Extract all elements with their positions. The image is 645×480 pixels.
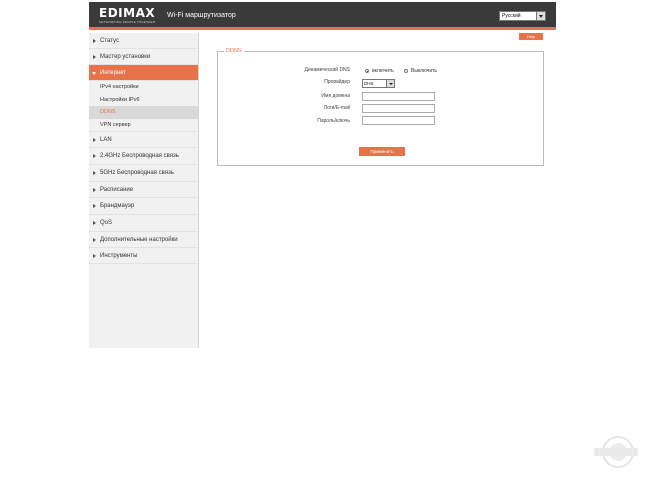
language-value: Русский — [502, 13, 521, 19]
sidebar-item-status[interactable]: Статус — [89, 33, 198, 49]
sidebar-item-firewall[interactable]: Брандмауэр — [89, 198, 198, 215]
triangle-down-icon — [92, 72, 96, 75]
watermark-logo-icon — [594, 436, 638, 468]
triangle-right-icon — [93, 221, 96, 225]
sidebar-item-label: VPN сервер — [100, 121, 131, 128]
edimax-logo: EDIMAX NETWORKING PEOPLE TOGETHER — [99, 7, 161, 25]
sidebar-item-label: DDNS — [100, 109, 116, 115]
sidebar: Статус Мастер установки Интернет IPv4 на… — [89, 33, 199, 348]
sidebar-subitem-ipv6[interactable]: Настройки IPv6 — [89, 94, 198, 107]
login-email-input[interactable] — [362, 104, 435, 113]
sidebar-item-label: Мастер установки — [100, 54, 151, 60]
sidebar-item-label: Статус — [100, 38, 119, 44]
sidebar-item-label: Интернет — [100, 70, 127, 76]
triangle-right-icon — [93, 55, 96, 59]
triangle-right-icon — [93, 39, 96, 43]
sidebar-item-label: 5GHz Беспроводная связь — [100, 170, 174, 176]
sidebar-subitem-ipv4[interactable]: IPv4 настройки — [89, 81, 198, 94]
sidebar-item-wireless-5ghz[interactable]: 5GHz Беспроводная связь — [89, 165, 198, 182]
sidebar-item-qos[interactable]: QoS — [89, 215, 198, 232]
ddns-legend: DDNS — [224, 48, 244, 55]
triangle-right-icon — [93, 138, 96, 142]
sidebar-item-label: IPv4 настройки — [100, 84, 139, 90]
triangle-right-icon — [93, 188, 96, 192]
dynamic-dns-label: Динамический DNS — [304, 67, 350, 73]
login-email-label: Логи/E-mail — [323, 105, 350, 111]
triangle-right-icon — [93, 171, 96, 175]
sidebar-item-label: 2.4GHz Беспроводная связь — [100, 153, 179, 159]
header-bar: EDIMAX NETWORKING PEOPLE TOGETHER Wi-Fi … — [89, 2, 556, 30]
sidebar-item-label: Брандмауэр — [100, 203, 135, 209]
sidebar-item-setup-wizard[interactable]: Мастер установки — [89, 49, 198, 65]
sidebar-item-wireless-24ghz[interactable]: 2.4GHz Беспроводная связь — [89, 148, 198, 165]
disable-radio-label[interactable]: Выключить — [411, 68, 437, 75]
password-key-label: Пароль/ключь — [317, 118, 350, 124]
sidebar-item-schedule[interactable]: Расписание — [89, 182, 198, 198]
triangle-right-icon — [93, 254, 96, 258]
enable-radio[interactable] — [365, 69, 369, 73]
triangle-right-icon — [93, 154, 96, 158]
sidebar-item-lan[interactable]: LAN — [89, 132, 198, 148]
help-button[interactable]: Help — [519, 33, 543, 40]
app-title: Wi-Fi маршрутизатор — [167, 12, 236, 19]
provider-label: Провайдер — [324, 79, 350, 85]
sidebar-item-label: Дополнительные настройки — [100, 237, 178, 243]
sidebar-item-label: Расписание — [100, 187, 134, 193]
sidebar-subitem-ddns[interactable]: DDNS — [89, 106, 198, 119]
domain-name-input[interactable] — [362, 92, 435, 101]
sidebar-item-internet[interactable]: Интернет — [89, 65, 198, 81]
sidebar-item-label: QoS — [100, 220, 113, 226]
logo-tagline: NETWORKING PEOPLE TOGETHER — [99, 20, 156, 24]
password-key-input[interactable] — [362, 116, 435, 125]
apply-button[interactable]: Применить — [359, 147, 405, 156]
logo-brand-text: EDIMAX — [99, 6, 156, 20]
sidebar-item-advanced-settings[interactable]: Дополнительные настройки — [89, 232, 198, 248]
triangle-right-icon — [93, 238, 96, 242]
triangle-right-icon — [93, 204, 96, 208]
disable-radio[interactable] — [404, 69, 408, 73]
sidebar-item-label: LAN — [100, 137, 112, 143]
router-admin-window: EDIMAX NETWORKING PEOPLE TOGETHER Wi-Fi … — [89, 2, 556, 348]
chevron-down-icon[interactable] — [386, 80, 394, 87]
sidebar-menu: Статус Мастер установки Интернет IPv4 на… — [89, 33, 198, 264]
domain-name-label: Имя домена — [321, 93, 350, 99]
provider-select[interactable]: DHS — [362, 79, 395, 88]
sidebar-item-tools[interactable]: Инструменты — [89, 248, 198, 264]
sidebar-item-label: Настройки IPv6 — [100, 96, 140, 103]
chevron-down-icon[interactable] — [536, 12, 545, 20]
sidebar-subitem-vpn-server[interactable]: VPN сервер — [89, 119, 198, 132]
enable-radio-label[interactable]: включить — [372, 68, 394, 75]
provider-value: DHS — [364, 81, 374, 86]
sidebar-item-label: Инструменты — [100, 253, 138, 259]
language-select[interactable]: Русский — [499, 11, 546, 21]
